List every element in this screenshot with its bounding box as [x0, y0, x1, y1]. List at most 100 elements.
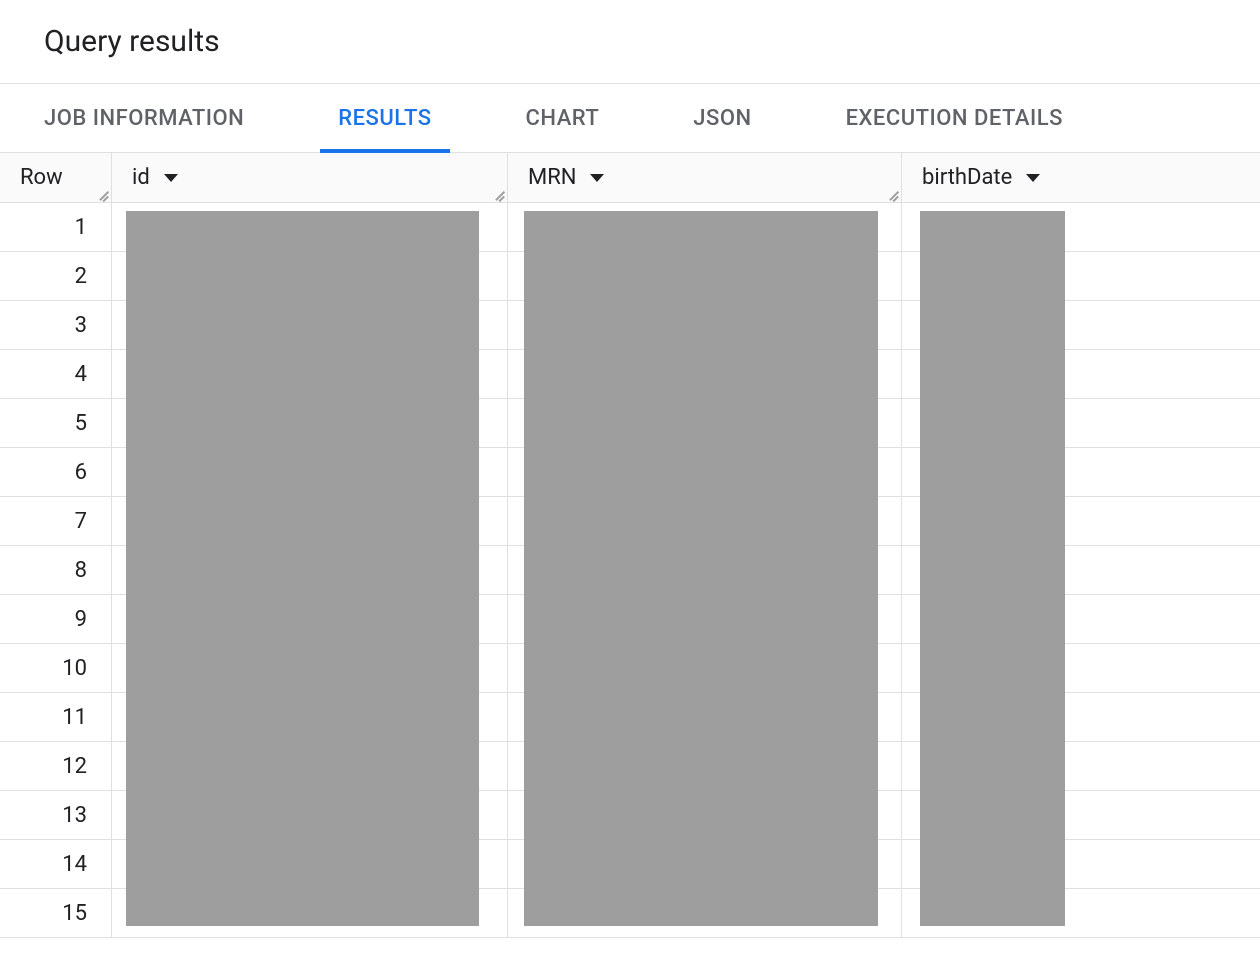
cell-mrn — [508, 497, 902, 545]
cell-id — [112, 595, 508, 643]
column-header-birthdate[interactable]: birthDate — [902, 153, 1260, 202]
tab-execution-details[interactable]: EXECUTION DETAILS — [846, 84, 1063, 152]
row-number: 13 — [0, 791, 112, 839]
cell-id — [112, 546, 508, 594]
column-header-row-label: Row — [20, 165, 63, 190]
tab-job-information[interactable]: JOB INFORMATION — [44, 84, 244, 152]
chevron-down-icon — [164, 174, 178, 182]
cell-birthdate — [902, 350, 1260, 398]
row-number: 3 — [0, 301, 112, 349]
cell-mrn — [508, 742, 902, 790]
cell-birthdate — [902, 595, 1260, 643]
cell-birthdate — [902, 644, 1260, 692]
cell-mrn — [508, 448, 902, 496]
tab-chart[interactable]: CHART — [526, 84, 600, 152]
cell-id — [112, 350, 508, 398]
cell-birthdate — [902, 399, 1260, 447]
row-number: 9 — [0, 595, 112, 643]
chevron-down-icon — [1026, 174, 1040, 182]
table-row[interactable]: 7 — [0, 497, 1260, 546]
cell-mrn — [508, 889, 902, 937]
cell-id — [112, 399, 508, 447]
table-row[interactable]: 12 — [0, 742, 1260, 791]
resize-handle-icon[interactable] — [96, 187, 108, 199]
row-number: 10 — [0, 644, 112, 692]
column-header-birthdate-label: birthDate — [922, 165, 1012, 190]
table-row[interactable]: 2 — [0, 252, 1260, 301]
cell-mrn — [508, 791, 902, 839]
cell-birthdate — [902, 203, 1260, 251]
table-row[interactable]: 3 — [0, 301, 1260, 350]
table-row[interactable]: 13 — [0, 791, 1260, 840]
cell-id — [112, 889, 508, 937]
table-row[interactable]: 6 — [0, 448, 1260, 497]
cell-id — [112, 644, 508, 692]
cell-id — [112, 497, 508, 545]
table-row[interactable]: 15 — [0, 889, 1260, 938]
table-row[interactable]: 10 — [0, 644, 1260, 693]
row-number: 5 — [0, 399, 112, 447]
cell-id — [112, 252, 508, 300]
cell-id — [112, 301, 508, 349]
cell-mrn — [508, 644, 902, 692]
cell-mrn — [508, 252, 902, 300]
cell-birthdate — [902, 791, 1260, 839]
cell-id — [112, 448, 508, 496]
header: Query results — [0, 0, 1260, 83]
resize-handle-icon[interactable] — [492, 187, 504, 199]
tab-results[interactable]: RESULTS — [338, 84, 431, 152]
row-number: 11 — [0, 693, 112, 741]
cell-birthdate — [902, 693, 1260, 741]
row-number: 12 — [0, 742, 112, 790]
cell-birthdate — [902, 252, 1260, 300]
row-number: 8 — [0, 546, 112, 594]
cell-birthdate — [902, 889, 1260, 937]
table-row[interactable]: 8 — [0, 546, 1260, 595]
table-row[interactable]: 1 — [0, 203, 1260, 252]
cell-mrn — [508, 399, 902, 447]
table-row[interactable]: 14 — [0, 840, 1260, 889]
cell-id — [112, 742, 508, 790]
table-row[interactable]: 9 — [0, 595, 1260, 644]
row-number: 15 — [0, 889, 112, 937]
row-number: 6 — [0, 448, 112, 496]
cell-mrn — [508, 350, 902, 398]
row-number: 1 — [0, 203, 112, 251]
results-table: Row id MRN birthDate 1 2 — [0, 153, 1260, 938]
cell-birthdate — [902, 742, 1260, 790]
cell-birthdate — [902, 448, 1260, 496]
resize-handle-icon[interactable] — [886, 187, 898, 199]
cell-id — [112, 840, 508, 888]
cell-mrn — [508, 693, 902, 741]
table-row[interactable]: 5 — [0, 399, 1260, 448]
row-number: 2 — [0, 252, 112, 300]
cell-mrn — [508, 840, 902, 888]
table-row[interactable]: 11 — [0, 693, 1260, 742]
cell-mrn — [508, 595, 902, 643]
cell-birthdate — [902, 840, 1260, 888]
row-number: 14 — [0, 840, 112, 888]
cell-id — [112, 693, 508, 741]
cell-mrn — [508, 301, 902, 349]
tabs-container: JOB INFORMATION RESULTS CHART JSON EXECU… — [0, 83, 1260, 153]
table-body: 1 2 3 4 5 6 — [0, 203, 1260, 938]
page-title: Query results — [44, 24, 1216, 59]
cell-id — [112, 791, 508, 839]
cell-birthdate — [902, 301, 1260, 349]
cell-id — [112, 203, 508, 251]
table-row[interactable]: 4 — [0, 350, 1260, 399]
cell-mrn — [508, 546, 902, 594]
row-number: 7 — [0, 497, 112, 545]
cell-birthdate — [902, 497, 1260, 545]
chevron-down-icon — [590, 174, 604, 182]
row-number: 4 — [0, 350, 112, 398]
column-header-id-label: id — [132, 165, 150, 190]
cell-mrn — [508, 203, 902, 251]
column-header-mrn[interactable]: MRN — [508, 153, 902, 202]
table-header-row: Row id MRN birthDate — [0, 153, 1260, 203]
column-header-id[interactable]: id — [112, 153, 508, 202]
column-header-mrn-label: MRN — [528, 165, 576, 190]
tab-json[interactable]: JSON — [693, 84, 751, 152]
cell-birthdate — [902, 546, 1260, 594]
column-header-row[interactable]: Row — [0, 153, 112, 202]
